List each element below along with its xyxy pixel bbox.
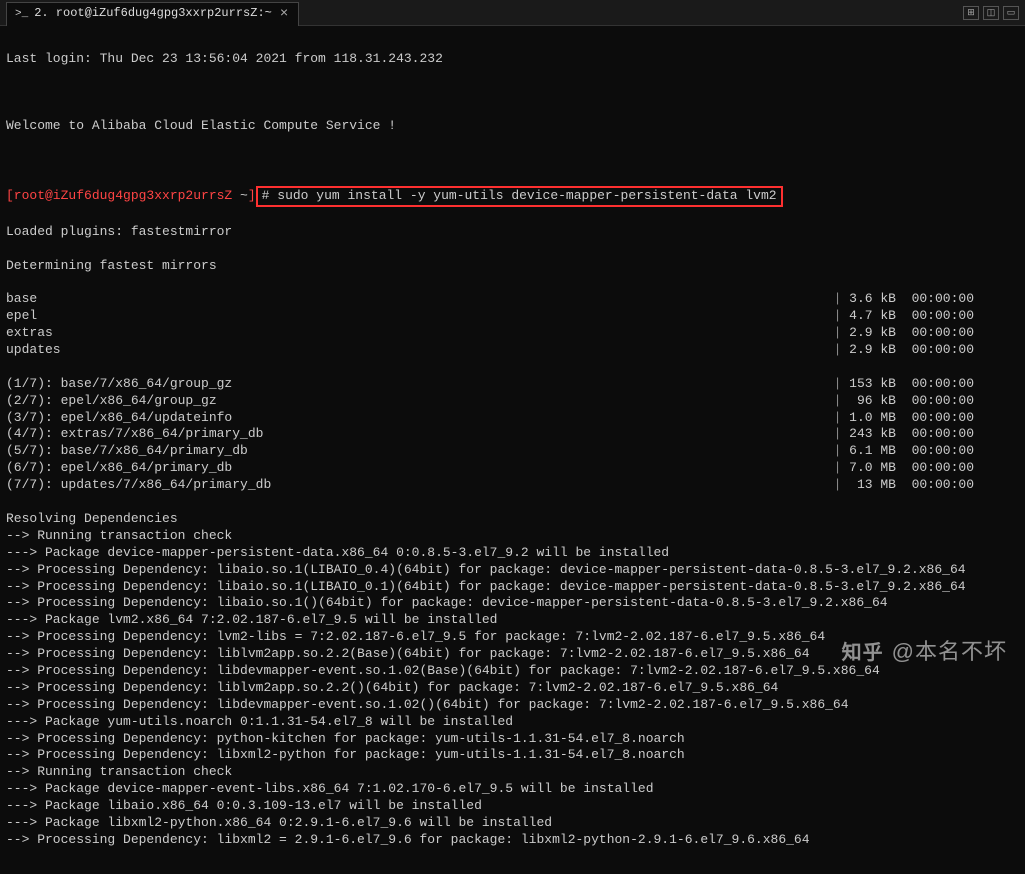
close-icon[interactable]: × (278, 5, 290, 23)
dependency-line: ---> Package device-mapper-event-libs.x8… (6, 781, 1019, 798)
dependency-line: ---> Package libaio.x86_64 0:0.3.109-13.… (6, 798, 1019, 815)
repo-row: epel| 4.7 kB 00:00:00 (6, 308, 974, 325)
repo-row: base| 3.6 kB 00:00:00 (6, 291, 974, 308)
layout-button-2[interactable]: ◫ (983, 6, 999, 20)
download-row: (1/7): base/7/x86_64/group_gz| 153 kB 00… (6, 376, 974, 393)
download-row: (3/7): epel/x86_64/updateinfo| 1.0 MB 00… (6, 410, 974, 427)
welcome-line: Welcome to Alibaba Cloud Elastic Compute… (6, 118, 1019, 135)
download-row: (7/7): updates/7/x86_64/primary_db| 13 M… (6, 477, 974, 494)
layout-button-3[interactable]: ▭ (1003, 6, 1019, 20)
prompt-user: [root@iZuf6dug4gpg3xxrp2urrsZ (6, 188, 240, 203)
download-row: (4/7): extras/7/x86_64/primary_db| 243 k… (6, 426, 974, 443)
loaded-plugins: Loaded plugins: fastestmirror (6, 224, 1019, 241)
dependency-line: ---> Package yum-utils.noarch 0:1.1.31-5… (6, 714, 1019, 731)
watermark-text: @本名不坏 (892, 638, 1007, 667)
highlighted-command: # sudo yum install -y yum-utils device-m… (256, 186, 783, 207)
terminal-icon: >_ (15, 7, 28, 21)
zhihu-logo-icon: 知乎 (842, 640, 884, 666)
download-row: (5/7): base/7/x86_64/primary_db| 6.1 MB … (6, 443, 974, 460)
terminal-tab[interactable]: >_ 2. root@iZuf6dug4gpg3xxrp2urrsZ:~ × (6, 2, 299, 26)
prompt-path: ~ (240, 188, 248, 203)
dependency-line: ---> Package libxml2-python.x86_64 0:2.9… (6, 815, 1019, 832)
last-login-line: Last login: Thu Dec 23 13:56:04 2021 fro… (6, 51, 1019, 68)
determining-mirrors: Determining fastest mirrors (6, 258, 1019, 275)
dependency-line: --> Running transaction check (6, 764, 1019, 781)
dependency-line: --> Processing Dependency: libaio.so.1()… (6, 595, 1019, 612)
dependency-line: --> Running transaction check (6, 528, 1019, 545)
dependency-line: Resolving Dependencies (6, 511, 1019, 528)
layout-button-1[interactable]: ⊞ (963, 6, 979, 20)
window-controls: ⊞ ◫ ▭ (963, 6, 1019, 20)
dependency-line: --> Processing Dependency: python-kitche… (6, 731, 1019, 748)
title-bar: >_ 2. root@iZuf6dug4gpg3xxrp2urrsZ:~ × ⊞… (0, 0, 1025, 26)
dependency-line: --> Processing Dependency: libdevmapper-… (6, 697, 1019, 714)
repo-row: updates| 2.9 kB 00:00:00 (6, 342, 974, 359)
download-row: (2/7): epel/x86_64/group_gz| 96 kB 00:00… (6, 393, 974, 410)
watermark: 知乎 @本名不坏 (842, 638, 1007, 667)
terminal-output[interactable]: Last login: Thu Dec 23 13:56:04 2021 fro… (0, 26, 1025, 874)
dependency-line: ---> Package lvm2.x86_64 7:2.02.187-6.el… (6, 612, 1019, 629)
dependency-line: --> Processing Dependency: libxml2-pytho… (6, 747, 1019, 764)
repo-row: extras| 2.9 kB 00:00:00 (6, 325, 974, 342)
command-line: [root@iZuf6dug4gpg3xxrp2urrsZ ~]# sudo y… (6, 186, 1019, 207)
download-row: (6/7): epel/x86_64/primary_db| 7.0 MB 00… (6, 460, 974, 477)
dependency-line: --> Processing Dependency: libxml2 = 2.9… (6, 832, 1019, 849)
dependency-line: --> Processing Dependency: libaio.so.1(L… (6, 579, 1019, 596)
dependency-line: ---> Package device-mapper-persistent-da… (6, 545, 1019, 562)
dependency-line: --> Processing Dependency: liblvm2app.so… (6, 680, 1019, 697)
prompt-bracket: ] (248, 188, 256, 203)
tab-title: 2. root@iZuf6dug4gpg3xxrp2urrsZ:~ (34, 6, 272, 22)
dependency-line: --> Processing Dependency: libaio.so.1(L… (6, 562, 1019, 579)
